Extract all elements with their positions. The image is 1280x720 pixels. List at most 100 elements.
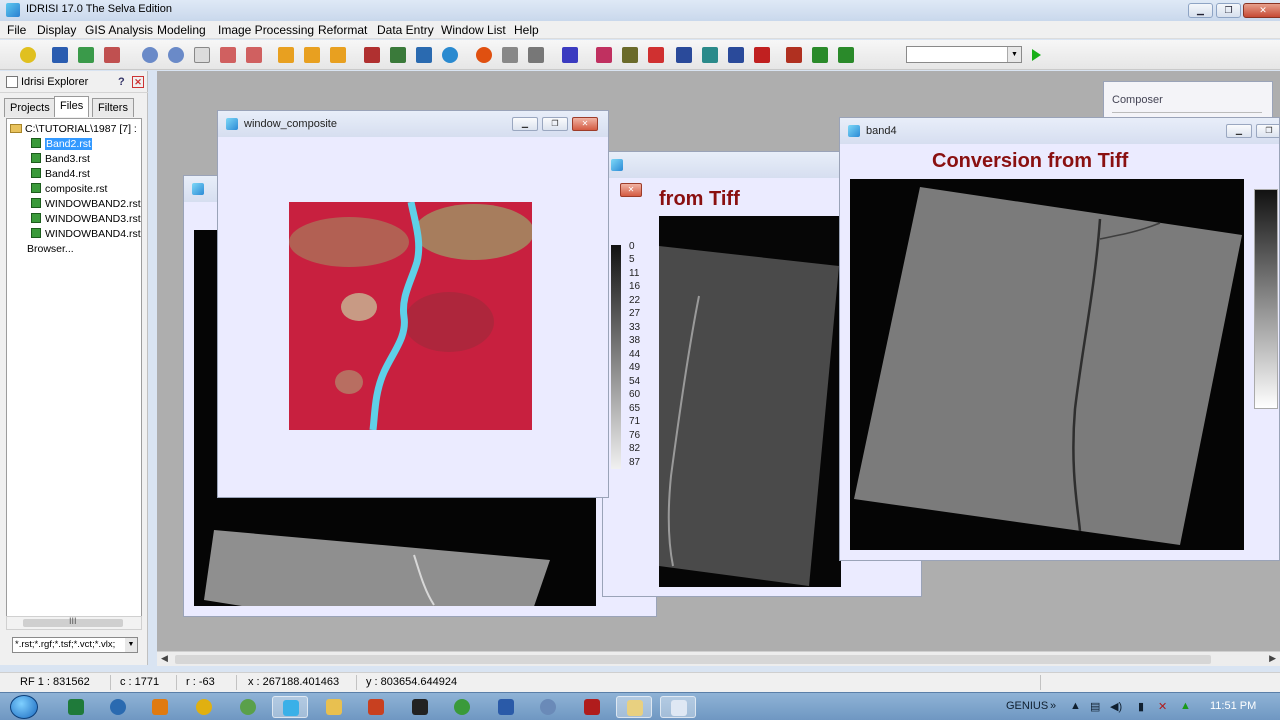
query-icon[interactable] [364, 47, 380, 63]
measure-icon[interactable] [330, 47, 346, 63]
start-button[interactable] [10, 695, 38, 719]
pan-icon[interactable] [220, 47, 236, 63]
vector-icon[interactable] [78, 47, 94, 63]
tab-files[interactable]: Files [54, 96, 90, 117]
explorer-scrollbar[interactable]: III [6, 616, 142, 630]
tab-projects[interactable]: Projects [4, 98, 56, 117]
display-launcher-icon[interactable] [20, 47, 36, 63]
zoom-out-icon[interactable] [168, 47, 184, 63]
band4-window[interactable]: band4 ▁ ❐ Conversion from Tiff [839, 117, 1280, 561]
calculator-icon[interactable] [648, 47, 664, 63]
restore-button[interactable]: ❐ [1216, 3, 1241, 18]
file-item[interactable]: Band2.rst [31, 138, 92, 150]
help-icon[interactable]: ? [118, 76, 125, 88]
composer-icon[interactable] [52, 47, 68, 63]
tray-green-icon[interactable]: ▲ [1180, 700, 1191, 712]
globe-icon[interactable] [442, 47, 458, 63]
workspace-scrollbar[interactable]: ◀ ▶ [157, 651, 1280, 666]
menu-data-entry[interactable]: Data Entry [377, 23, 434, 37]
tray-signal-icon[interactable]: ▮ [1138, 700, 1144, 713]
digitize-icon[interactable] [390, 47, 406, 63]
full-extent-icon[interactable] [246, 47, 262, 63]
zoom-window-icon[interactable] [194, 47, 210, 63]
raster-display[interactable] [659, 216, 841, 587]
menu-gis-analysis[interactable]: GIS Analysis [85, 23, 153, 37]
edit-icon[interactable] [528, 47, 544, 63]
taskbar-idrisi[interactable] [272, 696, 308, 718]
profile-icon[interactable] [622, 47, 638, 63]
close-icon[interactable]: ✕ [620, 183, 642, 197]
window-composite[interactable]: window_composite ▁ ❐ ✕ [217, 110, 609, 498]
eraser-icon[interactable] [754, 47, 770, 63]
menu-reformat[interactable]: Reformat [318, 23, 367, 37]
chevron-down-icon[interactable]: ▼ [125, 638, 137, 652]
minimize-button[interactable]: ▁ [512, 117, 538, 131]
file-item[interactable]: WINDOWBAND2.rst [31, 198, 141, 210]
shapes-icon[interactable] [812, 47, 828, 63]
file-item[interactable]: Band3.rst [31, 153, 90, 165]
file-item[interactable]: WINDOWBAND4.rst [31, 228, 141, 240]
macro-icon[interactable] [786, 47, 802, 63]
feature-properties-icon[interactable] [278, 47, 294, 63]
menu-display[interactable]: Display [37, 23, 76, 37]
taskbar-chrome[interactable] [444, 696, 480, 718]
tray-up-arrow-icon[interactable]: ▲ [1070, 700, 1081, 712]
restore-button[interactable]: ❐ [542, 117, 568, 131]
file-item[interactable]: composite.rst [31, 183, 107, 195]
taskbar-folder[interactable] [316, 696, 352, 718]
run-icon[interactable] [1032, 49, 1041, 61]
taskbar-camera[interactable] [402, 696, 438, 718]
taskbar-excel[interactable] [58, 696, 94, 718]
clock[interactable]: 11:51 PM [1210, 700, 1256, 712]
gps-icon[interactable] [562, 47, 578, 63]
taskbar-app[interactable] [186, 696, 222, 718]
taskbar-powerpoint[interactable] [358, 696, 394, 718]
tray-close-icon[interactable]: ✕ [1158, 700, 1167, 713]
group-link-icon[interactable] [304, 47, 320, 63]
tray-wifi-icon[interactable]: ▤ [1090, 700, 1100, 713]
scroll-thumb[interactable] [175, 655, 1211, 664]
close-button[interactable]: ✕ [572, 117, 598, 131]
list-icon[interactable] [728, 47, 744, 63]
minimize-button[interactable]: ▁ [1226, 124, 1252, 138]
table-icon[interactable] [676, 47, 692, 63]
taskbar-acrobat[interactable] [574, 696, 610, 718]
taskbar-explorer[interactable] [616, 696, 652, 718]
delete-feature-icon[interactable] [502, 47, 518, 63]
taskbar-word[interactable] [488, 696, 524, 718]
save-digitize-icon[interactable] [416, 47, 432, 63]
tab-filters[interactable]: Filters [92, 98, 134, 117]
taskbar-window[interactable] [660, 696, 696, 718]
chart-icon[interactable] [838, 47, 854, 63]
tray-volume-icon[interactable]: ◀) [1110, 700, 1122, 713]
menu-window-list[interactable]: Window List [441, 23, 506, 37]
file-item[interactable]: Band4.rst [31, 168, 90, 180]
tray-chevron-icon[interactable]: » [1050, 700, 1056, 712]
zoom-in-icon[interactable] [142, 47, 158, 63]
taskbar-media[interactable] [142, 696, 178, 718]
taskbar-globe[interactable] [100, 696, 136, 718]
menu-image-processing[interactable]: Image Processing [218, 23, 314, 37]
database-icon[interactable] [702, 47, 718, 63]
folder-root[interactable]: C:\TUTORIAL\1987 [7] : [10, 123, 137, 135]
raster-display[interactable] [850, 179, 1244, 550]
composite-raster-display[interactable] [289, 202, 532, 430]
close-icon[interactable]: ✕ [132, 76, 144, 88]
target-icon[interactable] [476, 47, 492, 63]
file-item[interactable]: WINDOWBAND3.rst [31, 213, 141, 225]
menu-file[interactable]: File [7, 23, 26, 37]
taskbar-network[interactable] [530, 696, 566, 718]
restore-button[interactable]: ❐ [1256, 124, 1279, 138]
menu-modeling[interactable]: Modeling [157, 23, 206, 37]
histogram-icon[interactable] [596, 47, 612, 63]
scroll-right-arrow[interactable]: ▶ [1269, 653, 1276, 664]
toolbar-dropdown[interactable]: ▼ [906, 46, 1022, 63]
scroll-left-arrow[interactable]: ◀ [161, 653, 168, 664]
file-filter-select[interactable]: *.rst;*.rgf;*.tsf;*.vct;*.vlx; ▼ [12, 637, 138, 653]
close-button[interactable]: ✕ [1243, 3, 1280, 18]
chevron-down-icon[interactable]: ▼ [1007, 47, 1021, 62]
menu-help[interactable]: Help [514, 23, 539, 37]
minimize-button[interactable]: ▁ [1188, 3, 1213, 18]
taskbar-earth[interactable] [230, 696, 266, 718]
browser-link[interactable]: Browser... [27, 243, 74, 255]
